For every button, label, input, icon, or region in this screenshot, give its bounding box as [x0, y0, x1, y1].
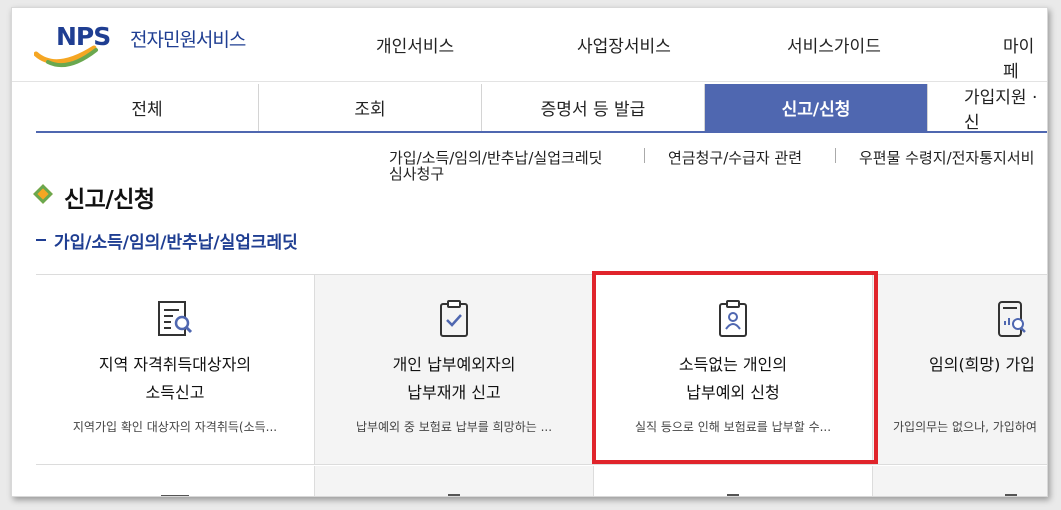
site-header: NPS 전자민원서비스 개인서비스 사업장서비스 서비스가이드 마이페 — [12, 8, 1047, 82]
document-search-icon — [158, 301, 193, 336]
card-title: 지역 자격취득대상자의 소득신고 — [98, 355, 252, 402]
clipboard-check-icon — [440, 300, 468, 337]
service-card-grid: 지역 자격취득대상자의 소득신고 지역가입 확인 대상자의 자격취득(소득... … — [36, 274, 1047, 496]
page-title: 신고/신청 — [64, 187, 155, 213]
card-resume-payment[interactable]: 개인 납부예외자의 납부재개 신고 납부예외 중 보험료 납부를 희망하는 ... — [315, 275, 594, 465]
card-description: 납부예외 중 보험료 납부를 희망하는 ... — [355, 420, 553, 434]
card-regional-income-report[interactable]: 지역 자격취득대상자의 소득신고 지역가입 확인 대상자의 자격취득(소득... — [36, 275, 315, 465]
card-title: 소득없는 개인의 납부예외 신청 — [678, 355, 788, 402]
section-title: 가입/소득/임의/반추납/실업크레딧 — [54, 233, 298, 253]
card-row2-item[interactable] — [594, 466, 873, 496]
card-description: 실직 등으로 인해 보험료를 납부할 수... — [634, 420, 832, 434]
logo-service-text: 전자민원서비스 — [130, 29, 246, 51]
card-title: 개인 납부예외자의 납부재개 신고 — [392, 355, 516, 402]
tab-report-apply[interactable]: 신고/신청 — [705, 84, 928, 131]
sublink-divider — [835, 148, 836, 163]
browser-viewport: NPS 전자민원서비스 개인서비스 사업장서비스 서비스가이드 마이페 전체 조… — [11, 7, 1048, 497]
sublink-review-request[interactable]: 심사청구 — [389, 163, 444, 184]
card-row2-item[interactable] — [873, 466, 1047, 496]
clipboard-icon — [727, 494, 739, 496]
gnb-personal[interactable]: 개인서비스 — [376, 32, 454, 57]
card-description: 지역가입 확인 대상자의 자격취득(소득... — [72, 420, 278, 434]
category-tabs: 전체 조회 증명서 등 발급 신고/신청 가입지원 · 신 — [36, 84, 1047, 133]
section-dash-icon — [36, 239, 46, 241]
document-icon — [161, 495, 189, 496]
tablet-chart-icon — [998, 301, 1026, 337]
tab-join-support[interactable]: 가입지원 · 신 — [928, 84, 1047, 133]
logo-brand-text: NPS — [56, 22, 111, 51]
clipboard-icon — [1005, 494, 1017, 496]
sublink-divider — [644, 148, 645, 163]
card-row2-item[interactable] — [315, 466, 594, 496]
card-row2-item[interactable] — [36, 466, 315, 496]
gnb-mypage[interactable]: 마이페 — [1003, 32, 1047, 82]
card-title: 임의(희망) 가입 — [929, 355, 1035, 374]
sublink-pension-claim[interactable]: 연금청구/수급자 관련 — [668, 147, 802, 168]
tab-all[interactable]: 전체 — [36, 84, 259, 131]
clipboard-icon — [448, 494, 460, 496]
card-description: 가입의무는 없으나, 가입하여 — [893, 420, 1037, 434]
title-diamond-icon — [33, 184, 53, 204]
gnb-guide[interactable]: 서비스가이드 — [787, 32, 881, 57]
card-payment-exception[interactable]: 소득없는 개인의 납부예외 신청 실직 등으로 인해 보험료를 납부할 수... — [594, 275, 873, 465]
nps-logo[interactable]: NPS 전자민원서비스 — [34, 22, 274, 72]
clipboard-person-icon — [719, 300, 747, 337]
tab-certificate[interactable]: 증명서 등 발급 — [482, 84, 705, 131]
card-voluntary-join[interactable]: 임의(희망) 가입 가입의무는 없으나, 가입하여 — [873, 275, 1047, 465]
gnb-workplace[interactable]: 사업장서비스 — [577, 32, 671, 57]
tab-inquiry[interactable]: 조회 — [259, 84, 482, 131]
sublink-mail-address[interactable]: 우편물 수령지/전자통지서비 — [859, 147, 1034, 168]
